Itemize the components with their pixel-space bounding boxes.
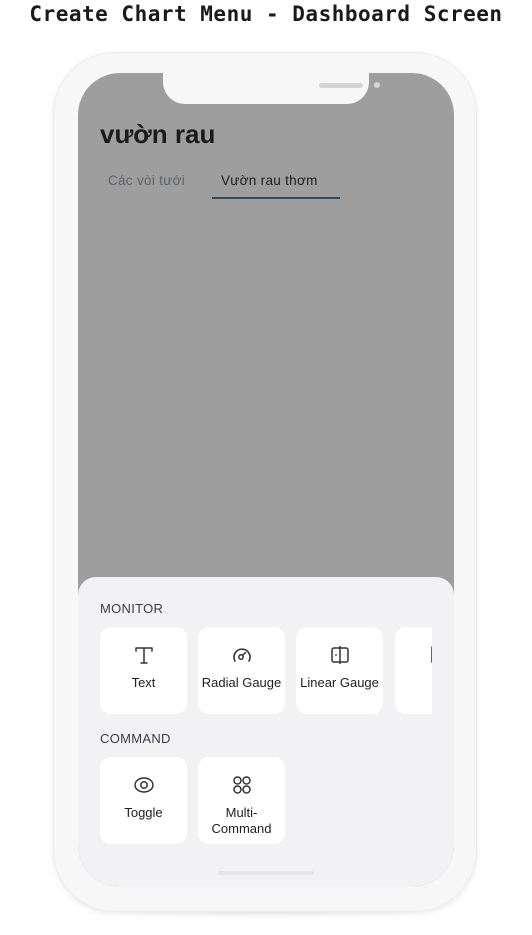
- multi-command-card[interactable]: Multi-Command: [198, 757, 285, 844]
- active-tab-indicator: [212, 197, 340, 199]
- toggle-card[interactable]: Toggle: [100, 757, 187, 844]
- line-chart-card[interactable]: L: [395, 627, 432, 714]
- phone-screen: vườn rau Các vòi tưới Vườn rau thơm MONI…: [78, 73, 454, 887]
- phone-notch: [163, 73, 380, 104]
- line-chart-card-label: L: [395, 675, 432, 691]
- radial-gauge-card-label: Radial Gauge: [201, 675, 282, 690]
- tab-cac-voi-tuoi[interactable]: Các vòi tưới: [108, 173, 185, 188]
- command-section-label: COMMAND: [100, 731, 171, 746]
- command-cards-row: Toggle Multi-Command: [100, 757, 432, 847]
- monitor-cards-row[interactable]: Text Radial Gauge Linear Gauge: [100, 627, 432, 717]
- line-chart-icon: [395, 643, 432, 667]
- multi-command-icon: [198, 773, 285, 797]
- text-card-label: Text: [131, 675, 156, 690]
- page-title: Create Chart Menu - Dashboard Screen: [29, 2, 503, 26]
- text-card[interactable]: Text: [100, 627, 187, 714]
- radial-gauge-card[interactable]: Radial Gauge: [198, 627, 285, 714]
- multi-command-card-label: Multi-Command: [211, 805, 272, 836]
- linear-gauge-card-label: Linear Gauge: [300, 675, 379, 690]
- linear-gauge-icon: [296, 643, 383, 667]
- front-camera: [374, 82, 380, 88]
- tab-vuon-rau-thom[interactable]: Vườn rau thơm: [212, 173, 340, 188]
- linear-gauge-card[interactable]: Linear Gauge: [296, 627, 383, 714]
- toggle-icon: [100, 773, 187, 797]
- dashboard-title: vườn rau: [100, 119, 216, 149]
- radial-gauge-icon: [198, 643, 285, 667]
- speaker-grille: [319, 83, 363, 88]
- create-chart-sheet: MONITOR Text Radial Gauge Linear Gauge C…: [78, 577, 454, 887]
- toggle-card-label: Toggle: [124, 805, 163, 820]
- home-indicator: [218, 871, 314, 875]
- monitor-section-label: MONITOR: [100, 601, 164, 616]
- text-icon: [100, 643, 187, 667]
